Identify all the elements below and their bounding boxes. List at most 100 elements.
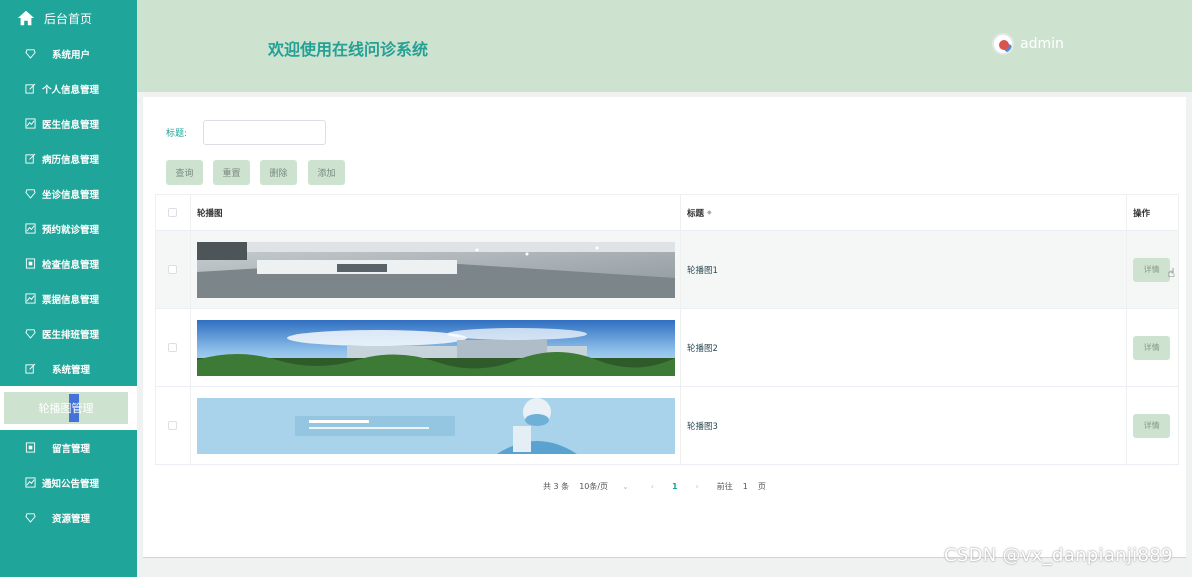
row-checkbox[interactable] — [168, 265, 178, 274]
main-panel: 标题: 查询 重置 删除 添加 轮播图 标题 ◆ 操作 轮播图1 详情 ☝ 轮播… — [143, 97, 1186, 558]
sidebar-item-label: 预约就诊管理 — [42, 224, 100, 236]
sidebar-item-label: 留言管理 — [52, 443, 91, 455]
carousel-table: 轮播图 标题 ◆ 操作 轮播图1 详情 ☝ 轮播图2 详情 轮播图3 详情 — [155, 194, 1179, 465]
sidebar-item-personal-info[interactable]: 个人信息管理 — [0, 71, 137, 106]
chevron-left-icon[interactable]: ‹ — [651, 482, 654, 491]
goto-suffix: 页 — [757, 482, 766, 491]
column-header-title-label: 标题 — [686, 208, 704, 219]
detail-button[interactable]: 详情 — [1133, 413, 1171, 438]
column-header-actions: 操作 — [1133, 208, 1151, 219]
sort-icon[interactable]: ◆ — [707, 209, 712, 216]
column-header-image: 轮播图 — [191, 195, 681, 230]
row-select-cell — [156, 309, 191, 386]
select-all-cell — [156, 195, 191, 230]
pointer-cursor-icon: ☝ — [1167, 265, 1176, 280]
search-label: 标题: — [166, 129, 188, 139]
table-row: 轮播图3 详情 — [155, 387, 1179, 465]
title-search-input[interactable] — [203, 120, 326, 145]
username: admin — [1020, 36, 1064, 52]
page-number-current[interactable]: 1 — [672, 482, 678, 491]
sidebar-item-appointments[interactable]: 预约就诊管理 — [0, 211, 137, 246]
query-button[interactable]: 查询 — [166, 160, 203, 185]
actions-cell: 详情 — [1127, 309, 1178, 386]
goto-page-input[interactable]: 1 — [743, 482, 748, 491]
sidebar-item-label: 坐诊信息管理 — [42, 189, 100, 201]
hospital-building-photo — [196, 319, 675, 376]
page-size-select[interactable]: 10条/页 — [579, 481, 608, 492]
diamond-icon — [25, 49, 36, 59]
table-header: 轮播图 标题 ◆ 操作 — [155, 194, 1179, 231]
table-row: 轮播图1 详情 ☝ — [155, 231, 1179, 309]
sidebar-item-label: 票据信息管理 — [42, 294, 100, 306]
sidebar-item-label: 检查信息管理 — [42, 259, 100, 271]
image-cell — [191, 309, 681, 386]
pagination-total: 共 3 条 — [543, 482, 570, 491]
table-row: 轮播图2 详情 — [155, 309, 1179, 387]
sidebar-item-doctor-schedule[interactable]: 医生排班管理 — [0, 316, 137, 351]
sidebar-item-system-management[interactable]: 系统管理 — [0, 351, 137, 386]
delete-button[interactable]: 删除 — [260, 160, 297, 185]
sidebar-item-invoice-info[interactable]: 票据信息管理 — [0, 281, 137, 316]
sidebar-item-label: 系统管理 — [52, 364, 91, 376]
document-icon — [25, 258, 36, 269]
image-cell — [191, 231, 681, 308]
row-checkbox[interactable] — [168, 343, 178, 352]
actions-cell: 详情 ☝ — [1127, 231, 1178, 308]
sidebar-item-carousel[interactable]: 轮播图管理 — [0, 386, 137, 430]
chart-icon — [25, 293, 36, 304]
detail-button-label: 详情 — [1143, 265, 1160, 274]
sidebar-item-carousel-active[interactable]: 轮播图管理 — [4, 392, 128, 424]
sidebar: 后台首页 系统用户 个人信息管理 医生信息管理 病历信息管理 坐诊信息管理 预约… — [0, 0, 137, 577]
add-button[interactable]: 添加 — [308, 160, 345, 185]
diamond-icon — [25, 329, 36, 339]
title-cell: 轮播图2 — [681, 309, 1128, 386]
sidebar-item-label: 医生信息管理 — [42, 119, 100, 131]
detail-button[interactable]: 详情 ☝ — [1133, 257, 1175, 282]
edit-icon — [25, 153, 36, 164]
pagination: 共 3 条 10条/页 ⌄ ‹ 1 › 前往 1 页 — [543, 481, 776, 492]
sidebar-item-label: 医生排班管理 — [42, 329, 100, 341]
sidebar-home[interactable]: 后台首页 — [0, 0, 137, 36]
chart-icon — [25, 223, 36, 234]
sidebar-item-system-users[interactable]: 系统用户 — [0, 36, 137, 71]
row-checkbox[interactable] — [168, 421, 178, 430]
sidebar-item-messages[interactable]: 留言管理 — [0, 430, 137, 465]
sidebar-item-exam-info[interactable]: 检查信息管理 — [0, 246, 137, 281]
chart-icon — [25, 118, 36, 129]
watermark: CSDN @vx_danpianji889 — [944, 545, 1173, 566]
sidebar-item-label: 个人信息管理 — [42, 84, 100, 96]
sidebar-item-resources[interactable]: 资源管理 — [0, 500, 137, 535]
sidebar-item-label: 通知公告管理 — [42, 478, 100, 490]
edit-icon — [25, 83, 36, 94]
sidebar-item-consult-info[interactable]: 坐诊信息管理 — [0, 176, 137, 211]
sidebar-home-label: 后台首页 — [44, 11, 93, 26]
doctor-banner-photo — [196, 397, 675, 454]
diamond-icon — [25, 189, 36, 199]
user-menu[interactable]: admin — [992, 33, 1064, 55]
top-header: 欢迎使用在线问诊系统 admin — [137, 0, 1192, 92]
chart-icon — [25, 477, 36, 488]
edit-icon — [25, 363, 36, 374]
detail-button[interactable]: 详情 — [1133, 335, 1171, 360]
title-cell: 轮播图3 — [681, 387, 1128, 464]
reset-button[interactable]: 重置 — [213, 160, 250, 185]
actions-cell: 详情 — [1127, 387, 1178, 464]
sidebar-item-label: 系统用户 — [52, 49, 91, 61]
sidebar-item-label: 病历信息管理 — [42, 154, 100, 166]
row-select-cell — [156, 231, 191, 308]
select-all-checkbox[interactable] — [168, 208, 178, 217]
sidebar-item-medical-records[interactable]: 病历信息管理 — [0, 141, 137, 176]
hospital-corridor-photo — [196, 241, 675, 298]
column-header-title[interactable]: 标题 ◆ — [681, 195, 1128, 230]
image-cell — [191, 387, 681, 464]
sidebar-item-notices[interactable]: 通知公告管理 — [0, 465, 137, 500]
sidebar-item-doctor-info[interactable]: 医生信息管理 — [0, 106, 137, 141]
page-title: 欢迎使用在线问诊系统 — [268, 40, 429, 59]
sidebar-item-label: 资源管理 — [52, 513, 91, 525]
chevron-right-icon[interactable]: › — [696, 482, 699, 491]
detail-button-label: 详情 — [1143, 343, 1160, 352]
home-icon — [17, 10, 35, 26]
document-icon — [25, 442, 36, 453]
row-select-cell — [156, 387, 191, 464]
chevron-down-icon[interactable]: ⌄ — [622, 482, 629, 491]
